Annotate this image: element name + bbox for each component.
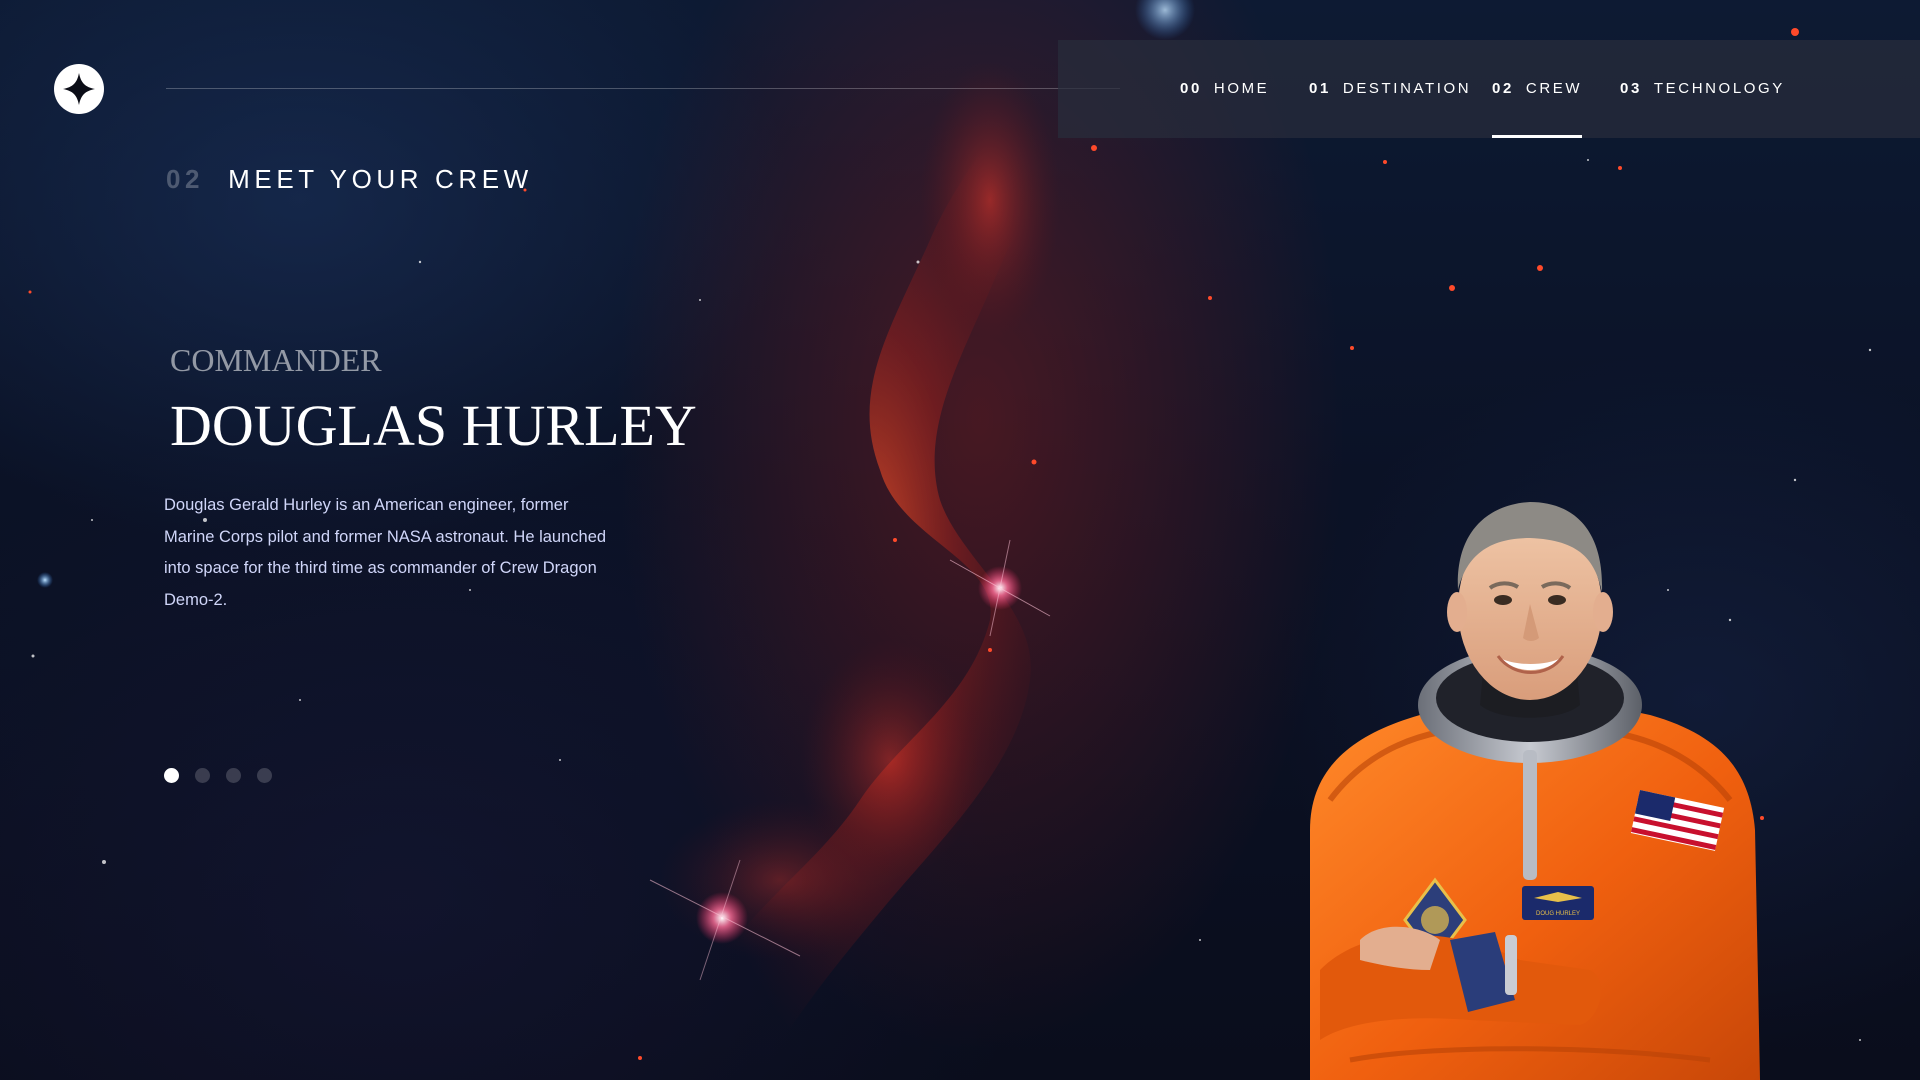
name-badge-text: DOUG HURLEY: [1536, 911, 1580, 917]
nav-item-destination-number: 01: [1309, 80, 1331, 97]
crew-name: DOUGLAS HURLEY: [170, 393, 697, 458]
page-title: 02 MEET YOUR CREW: [166, 164, 533, 195]
slider-dot-3[interactable]: [226, 768, 241, 783]
nav-item-technology[interactable]: 03 TECHNOLOGY: [1620, 40, 1785, 138]
slider-dot-4[interactable]: [257, 768, 272, 783]
astronaut-portrait: DOUG HURLEY: [1310, 502, 1760, 1080]
nav-item-destination[interactable]: 01 DESTINATION: [1309, 40, 1471, 138]
nav-item-crew[interactable]: 02 CREW: [1492, 40, 1583, 138]
nav-item-crew-label: CREW: [1525, 80, 1583, 97]
header-divider: [166, 88, 1120, 89]
nav-item-home[interactable]: 00 HOME: [1180, 40, 1269, 138]
crew-page: 00 HOME 01 DESTINATION 02 CREW 03 TECHNOLOGY…: [0, 0, 1920, 1080]
nav-item-technology-number: 03: [1620, 80, 1642, 97]
page-title-text: MEET YOUR CREW: [228, 164, 533, 194]
nav-item-crew-number: 02: [1492, 80, 1514, 97]
nav-item-home-number: 00: [1180, 80, 1202, 97]
page-title-number: 02: [166, 164, 205, 194]
nav-item-destination-label: DESTINATION: [1342, 80, 1472, 97]
crew-role: COMMANDER: [170, 342, 382, 378]
crew-bio: Douglas Gerald Hurley is an American eng…: [164, 496, 607, 609]
slider-dot-1[interactable]: [164, 768, 179, 783]
nav-item-technology-label: TECHNOLOGY: [1653, 80, 1785, 97]
slider-dot-2[interactable]: [195, 768, 210, 783]
logo-icon[interactable]: [54, 64, 104, 114]
nav-item-home-label: HOME: [1213, 80, 1270, 97]
